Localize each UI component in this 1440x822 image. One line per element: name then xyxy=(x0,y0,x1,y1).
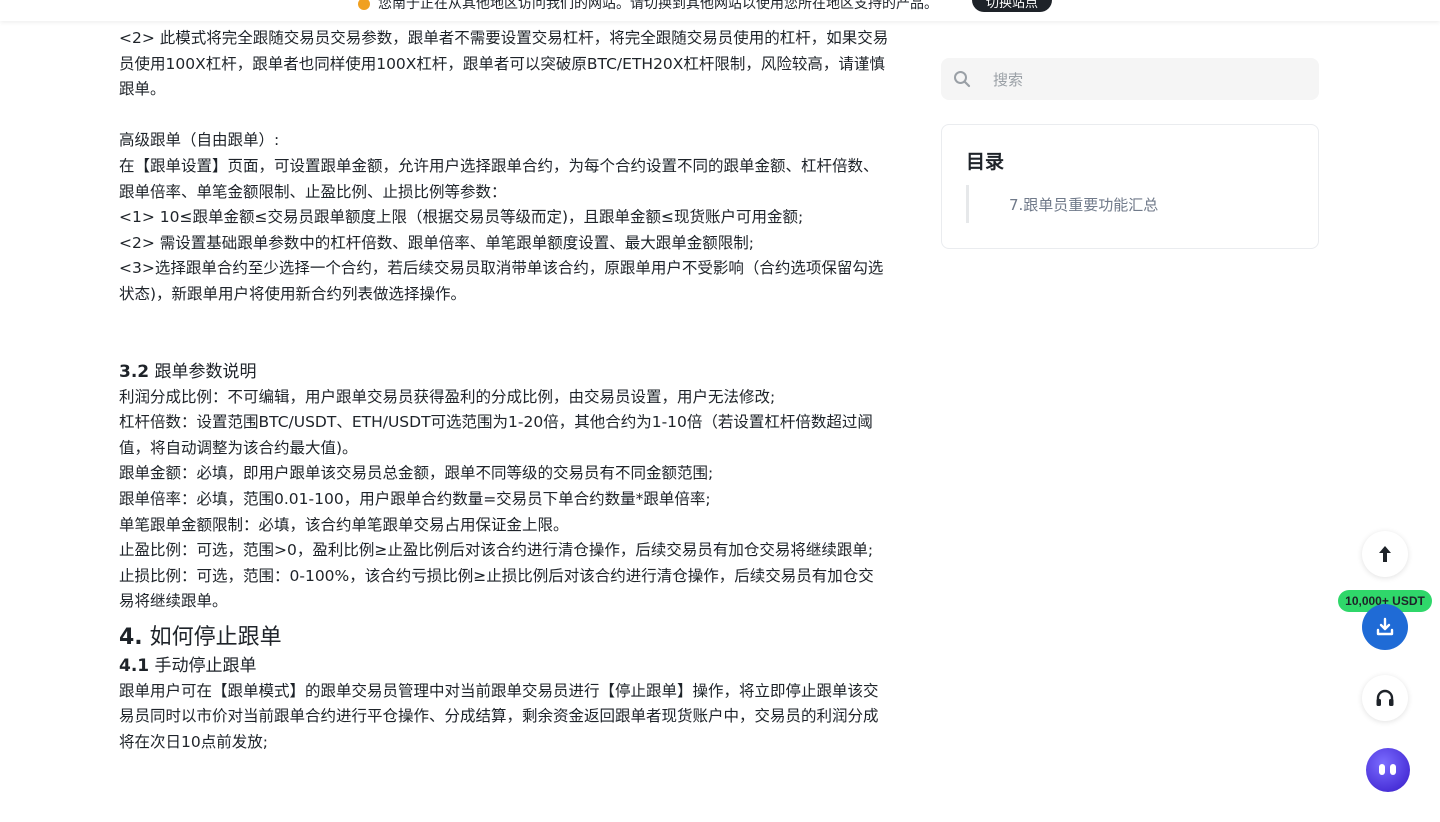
paragraph: 利润分成比例：不可编辑，用户跟单交易员获得盈利的分成比例，由交易员设置，用户无法… xyxy=(119,387,776,406)
download-icon xyxy=(1376,617,1394,636)
paragraph: <2> 此模式将完全跟随交易员交易参数，跟单者不需要设置交易杠杆，将完全跟随交易… xyxy=(119,29,889,99)
chatbot-icon xyxy=(1379,764,1385,775)
toc-indicator xyxy=(966,185,969,223)
article-body: <2> 此模式将完全跟随交易员交易参数，跟单者不需要设置交易杠杆，将完全跟随交易… xyxy=(119,26,889,756)
paragraph: <2> 需设置基础跟单参数中的杠杆倍数、跟单倍率、单笔跟单额度设置、最大跟单金额… xyxy=(119,233,754,252)
toc-item[interactable]: 7.跟单员重要功能汇总 xyxy=(1009,194,1158,215)
paragraph: 止盈比例：可选，范围>0，盈利比例≥止盈比例后对该合约进行清仓操作，后续交易员有… xyxy=(119,541,874,560)
arrow-up-icon xyxy=(1379,546,1391,562)
back-to-top-button[interactable] xyxy=(1362,531,1408,577)
headset-icon xyxy=(1376,689,1394,706)
region-notice-bar: 您南于正在从其他地区访问我们的网站。请切换到其他网站以使用您所在地区支持的产品。… xyxy=(0,0,1440,21)
warning-icon xyxy=(358,0,370,10)
search-input[interactable] xyxy=(991,58,1305,102)
section-heading-4: 4. 如何停止跟单 xyxy=(119,624,282,650)
paragraph: 杠杆倍数：设置范围BTC/USDT、ETH/USDT可选范围为1-20倍，其他合… xyxy=(119,413,873,457)
download-app-button[interactable] xyxy=(1362,604,1408,650)
paragraph: 在【跟单设置】页面，可设置跟单金额，允许用户选择跟单合约，为每个合约设置不同的跟… xyxy=(119,156,879,201)
paragraph: 跟单倍率：必填，范围0.01-100，用户跟单合约数量=交易员下单合约数量*跟单… xyxy=(119,489,711,508)
region-notice: 您南于正在从其他地区访问我们的网站。请切换到其他网站以使用您所在地区支持的产品。 xyxy=(358,0,938,13)
search-icon[interactable] xyxy=(953,70,971,88)
customer-support-button[interactable] xyxy=(1362,675,1408,721)
section-heading-3-2: 3.2 跟单参数说明 xyxy=(119,361,257,382)
paragraph: 跟单金额：必填，即用户跟单该交易员总金额，跟单不同等级的交易员有不同金额范围; xyxy=(119,464,714,483)
search-box xyxy=(941,58,1319,102)
table-of-contents: 目录 7.跟单员重要功能汇总 xyxy=(941,124,1319,249)
toc-title: 目录 xyxy=(966,151,1005,173)
region-notice-text: 您南于正在从其他地区访问我们的网站。请切换到其他网站以使用您所在地区支持的产品。 xyxy=(378,0,938,12)
paragraph: 跟单用户可在【跟单模式】的跟单交易员管理中对当前跟单交易员进行【停止跟单】操作，… xyxy=(119,681,879,752)
section-heading-4-1: 4.1 手动停止跟单 xyxy=(119,655,257,676)
paragraph: 止损比例：可选，范围：0-100%，该合约亏损比例≥止损比例后对该合约进行清仓操… xyxy=(119,566,874,611)
chatbot-button[interactable] xyxy=(1366,748,1410,792)
paragraph: <1> 10≤跟单金额≤交易员跟单额度上限（根据交易员等级而定)，且跟单金额≤现… xyxy=(119,208,804,227)
paragraph: 高级跟单（自由跟单）: xyxy=(119,131,280,150)
switch-site-button[interactable]: 切换站点 xyxy=(972,0,1052,12)
paragraph: <3>选择跟单合约至少选择一个合约，若后续交易员取消带单该合约，原跟单用户不受影… xyxy=(119,259,884,303)
paragraph: 单笔跟单金额限制：必填，该合约单笔跟单交易占用保证金上限。 xyxy=(119,515,569,534)
